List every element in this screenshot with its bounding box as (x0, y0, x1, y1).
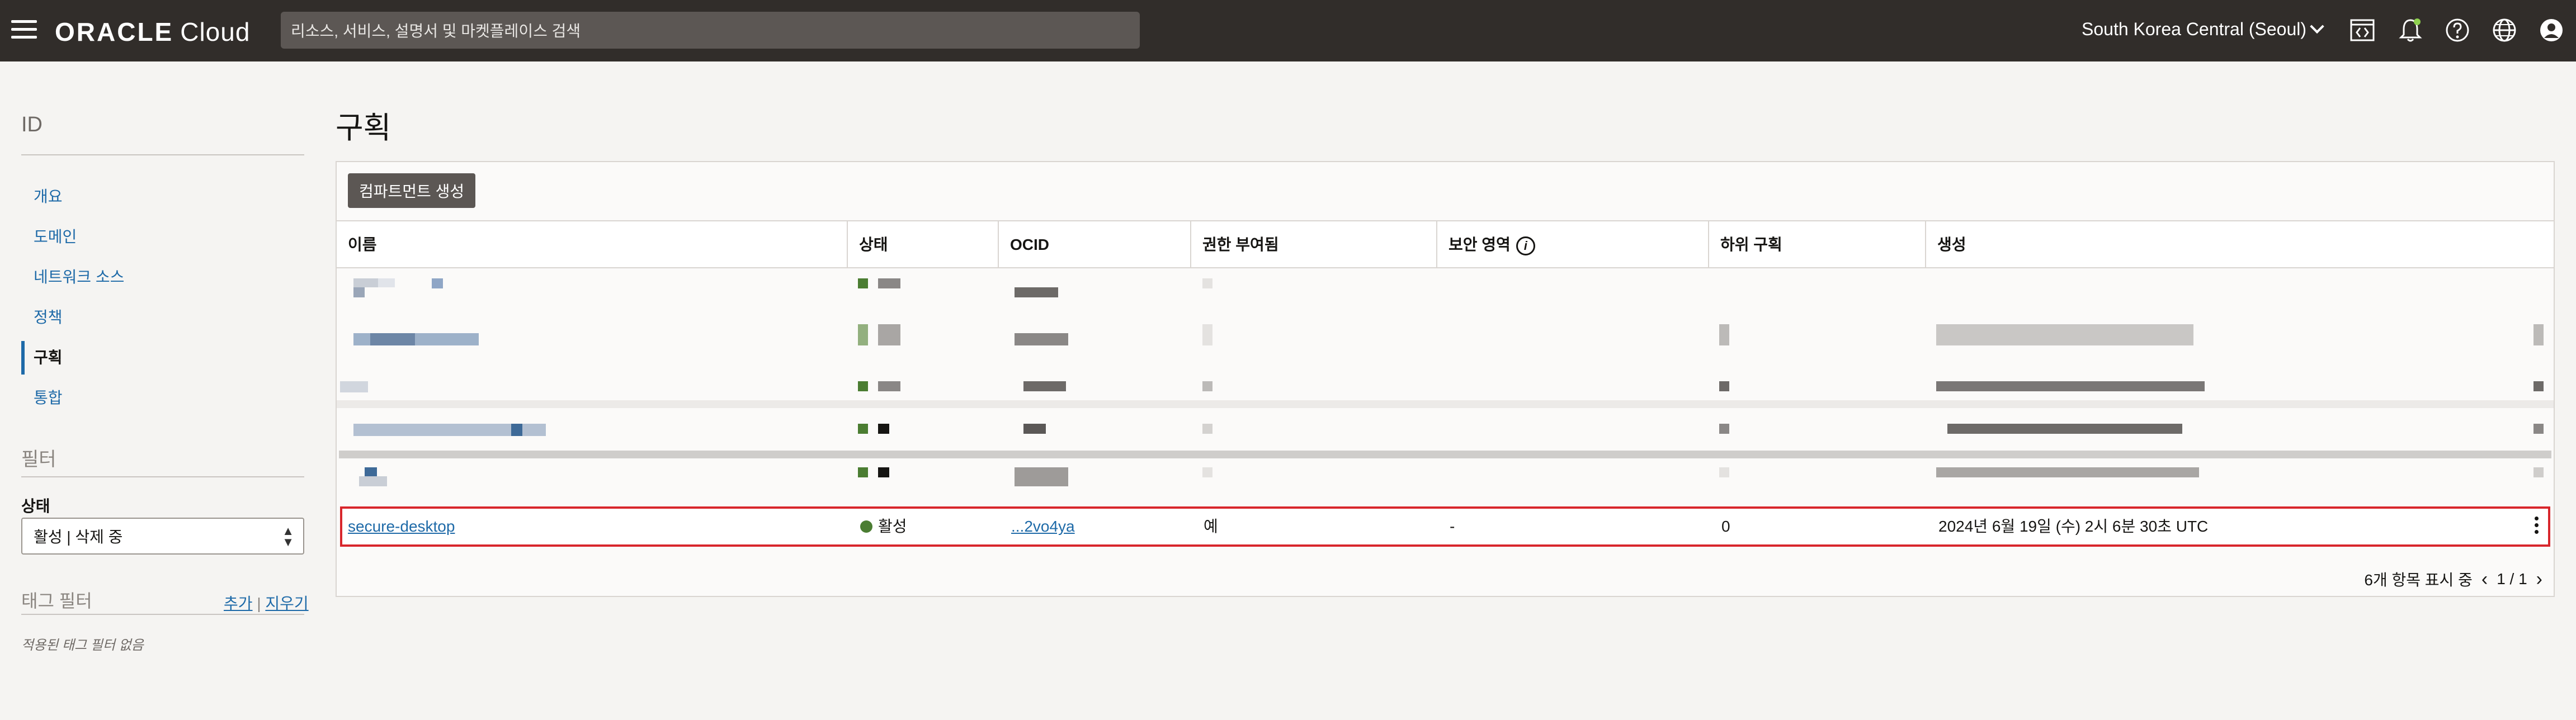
tag-filter-title: 태그 필터 (21, 591, 92, 611)
select-arrows-icon: ▲ ▼ (282, 524, 294, 549)
bell-icon[interactable] (2397, 17, 2424, 44)
next-page-icon[interactable]: › (2536, 569, 2542, 590)
page-title: 구획 (336, 111, 391, 145)
status-active-icon (860, 520, 872, 533)
sidebar-item-network-sources[interactable]: 네트워크 소스 (21, 257, 304, 297)
logo-brand: ORACLE (55, 17, 174, 46)
table-row-redacted (337, 465, 2554, 510)
compartment-ocid-link[interactable]: ...2vo4ya (1011, 518, 1075, 535)
state-filter-value: 활성 | 삭제 중 (34, 528, 123, 546)
sidebar-item-overview[interactable]: 개요 (21, 177, 304, 217)
row-actions-kebab-icon[interactable] (2535, 517, 2540, 537)
table-header: 이름 상태 OCID 권한 부여됨 보안 영역 i 하위 구획 생성 (337, 220, 2554, 268)
table-footer: 6개 항목 표시 중 ‹ 1 / 1 › (2364, 568, 2542, 590)
sidebar-title: ID (21, 113, 43, 136)
logo-product: Cloud (180, 17, 251, 46)
state-filter-select[interactable]: 활성 | 삭제 중 ▲ ▼ (21, 518, 304, 555)
column-header-security-zone-wrap[interactable]: 보안 영역 i (1436, 221, 1708, 268)
help-icon[interactable] (2444, 17, 2471, 44)
table-row-redacted (337, 274, 2554, 319)
column-header-subcompartments[interactable]: 하위 구획 (1708, 221, 1925, 268)
column-header-authorized[interactable]: 권한 부여됨 (1190, 221, 1436, 268)
compartment-security-zone: - (1450, 518, 1455, 535)
column-header-created[interactable]: 생성 (1925, 221, 2554, 268)
table-row-redacted (337, 377, 2554, 421)
filter-divider (21, 476, 304, 477)
status-text: 활성 (878, 518, 907, 535)
tag-filter-divider (21, 614, 304, 615)
search-input[interactable]: 리소스, 서비스, 설명서 및 마켓플레이스 검색 (281, 12, 1140, 49)
create-compartment-button[interactable]: 컴파트먼트 생성 (348, 173, 476, 208)
info-icon[interactable]: i (1516, 236, 1535, 255)
table-divider (339, 451, 2551, 458)
compartment-name[interactable]: secure-desktop (348, 518, 455, 535)
filter-section-title: 필터 (21, 449, 56, 470)
region-label: South Korea Central (Seoul) (2082, 19, 2306, 39)
top-navigation-bar: ORACLE Cloud 리소스, 서비스, 설명서 및 마켓플레이스 검색 So… (0, 0, 2576, 61)
table-row-redacted (337, 324, 2554, 369)
tag-add-link[interactable]: 추가 (224, 595, 253, 612)
region-selector[interactable]: South Korea Central (Seoul) (2082, 19, 2324, 40)
compartment-name-link[interactable]: secure-desktop (348, 509, 455, 544)
sidebar-nav: 개요 도메인 네트워크 소스 정책 구획 통합 (21, 177, 304, 418)
column-header-security-zone: 보안 영역 (1449, 236, 1511, 253)
sidebar-divider (21, 154, 304, 155)
chevron-down-icon (2310, 19, 2324, 34)
column-header-ocid[interactable]: OCID (998, 221, 1190, 268)
previous-page-icon[interactable]: ‹ (2481, 569, 2488, 590)
compartment-status: 활성 (860, 509, 907, 544)
item-count-text: 6개 항목 표시 중 (2364, 571, 2473, 589)
page-indicator: 1 / 1 (2497, 570, 2527, 588)
tag-filter-links: 추가 | 지우기 (224, 591, 309, 614)
tag-clear-link[interactable]: 지우기 (265, 595, 308, 612)
hamburger-menu-icon[interactable] (11, 20, 37, 40)
compartment-subcompartments: 0 (1721, 518, 1730, 535)
compartments-table-panel: 컴파트먼트 생성 이름 상태 OCID 권한 부여됨 보안 영역 i 하위 구획 … (336, 161, 2555, 597)
sidebar-item-compartments[interactable]: 구획 (21, 338, 304, 378)
column-header-status[interactable]: 상태 (847, 221, 998, 268)
state-filter-label: 상태 (21, 498, 50, 515)
compartment-ocid-cell: ...2vo4ya (1011, 509, 1075, 544)
column-header-name[interactable]: 이름 (337, 221, 847, 268)
sidebar-item-domains[interactable]: 도메인 (21, 217, 304, 257)
compartment-authorized: 예 (1204, 518, 1218, 535)
sidebar-item-policies[interactable]: 정책 (21, 297, 304, 338)
oracle-cloud-logo[interactable]: ORACLE Cloud (55, 17, 250, 47)
user-avatar-icon[interactable] (2538, 17, 2565, 44)
globe-icon[interactable] (2491, 17, 2518, 44)
table-row-secure-desktop[interactable]: secure-desktop 활성 ...2vo4ya 예 - 0 2024년 … (340, 506, 2550, 547)
tag-filter-empty-text: 적용된 태그 필터 없음 (21, 638, 144, 653)
code-editor-icon[interactable] (2349, 17, 2376, 44)
sidebar-item-federation[interactable]: 통합 (21, 378, 304, 418)
compartment-created: 2024년 6월 19일 (수) 2시 6분 30초 UTC (1938, 518, 2209, 535)
tag-link-separator: | (257, 595, 261, 612)
